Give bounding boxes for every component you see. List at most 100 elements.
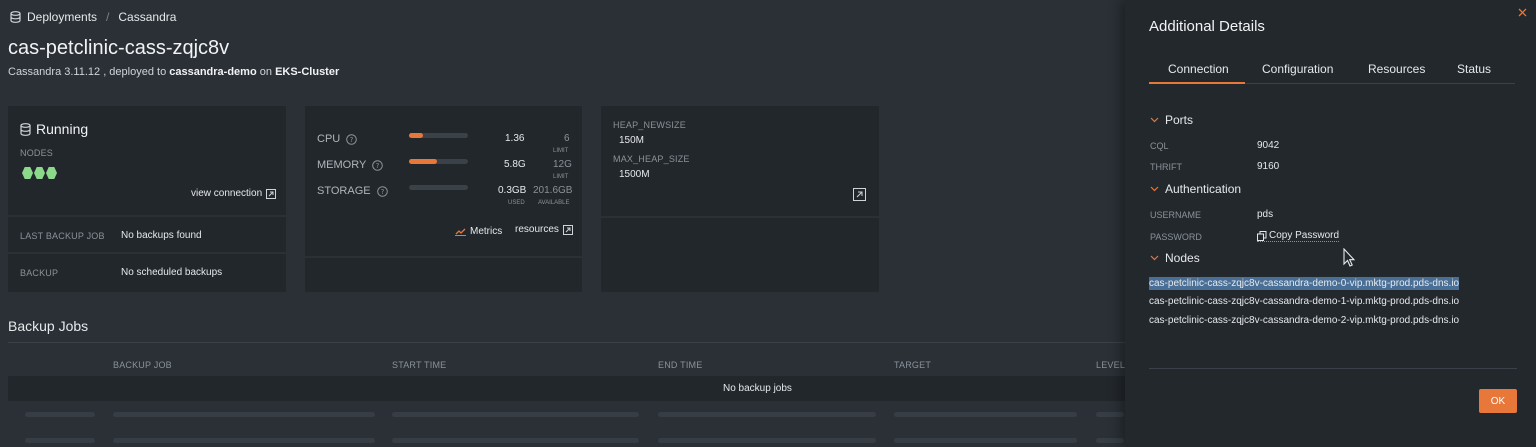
storage-bar xyxy=(409,185,468,190)
memory-value: 5.8G xyxy=(504,159,526,170)
backup-label: BACKUP xyxy=(20,268,59,278)
skeleton-bar xyxy=(113,412,375,417)
cpu-limit: 6 xyxy=(564,133,570,144)
help-icon[interactable]: ? xyxy=(346,133,358,145)
metrics-link[interactable]: Metrics xyxy=(455,226,502,237)
copy-password-label: Copy Password xyxy=(1269,230,1340,241)
page-subtitle: Cassandra 3.11.12 , deployed to cassandr… xyxy=(8,66,339,78)
backup-jobs-title: Backup Jobs xyxy=(8,318,89,334)
skeleton-bar xyxy=(392,438,639,443)
chevron-down-icon xyxy=(1150,255,1159,261)
username-label: USERNAME xyxy=(1150,210,1202,220)
status-card: Running NODES view connection LAST BACKU… xyxy=(8,106,286,292)
copy-icon xyxy=(1257,230,1267,241)
tab-resources[interactable]: Resources xyxy=(1368,62,1425,76)
chevron-down-icon xyxy=(1150,186,1159,192)
ports-section-toggle[interactable]: Ports xyxy=(1150,113,1193,127)
storage-used-label: USED xyxy=(508,200,525,206)
skeleton-bar xyxy=(1096,438,1124,443)
database-icon xyxy=(20,122,31,136)
metrics-label: Metrics xyxy=(470,226,503,237)
skeleton-bar xyxy=(894,438,1077,443)
node-hostname[interactable]: cas-petclinic-cass-zqjc8v-cassandra-demo… xyxy=(1149,296,1459,307)
resources-card: CPU ? 1.36 6 LIMIT MEMORY ? 5.8G 12G LIM… xyxy=(305,106,582,292)
config-key: MAX_HEAP_SIZE xyxy=(613,154,690,164)
node-hostname[interactable]: cas-petclinic-cass-zqjc8v-cassandra-demo… xyxy=(1149,315,1459,326)
svg-text:?: ? xyxy=(380,188,384,196)
memory-limit-label: LIMIT xyxy=(553,174,569,180)
database-icon xyxy=(10,11,21,23)
panel-title: Additional Details xyxy=(1149,18,1265,35)
node-hostname[interactable]: cas-petclinic-cass-zqjc8v-cassandra-demo… xyxy=(1149,277,1460,290)
resources-link[interactable]: resources xyxy=(515,224,573,235)
breadcrumb-separator: / xyxy=(106,10,110,24)
close-icon[interactable] xyxy=(1518,8,1527,17)
nodes-section-toggle[interactable]: Nodes xyxy=(1150,251,1200,265)
memory-limit: 12G xyxy=(553,159,572,170)
column-header-target[interactable]: TARGET xyxy=(894,360,931,370)
node-indicators xyxy=(22,167,58,179)
skeleton-bar xyxy=(25,412,95,417)
resources-label: resources xyxy=(515,224,559,235)
storage-used: 0.3GB xyxy=(498,185,527,196)
column-header-level[interactable]: LEVEL xyxy=(1096,360,1125,370)
subtitle-namespace: cassandra-demo xyxy=(169,66,257,78)
memory-label: MEMORY ? xyxy=(317,159,384,171)
column-header-start-time[interactable]: START TIME xyxy=(392,360,446,370)
config-card: HEAP_NEWSIZE 150M MAX_HEAP_SIZE 1500M xyxy=(601,106,879,292)
nodes-title: Nodes xyxy=(1165,251,1200,265)
cpu-bar xyxy=(409,133,468,138)
external-link-icon[interactable] xyxy=(853,188,866,201)
port-value: 9042 xyxy=(1257,140,1280,151)
status-state: Running xyxy=(36,121,89,137)
port-value: 9160 xyxy=(1257,161,1280,172)
chevron-down-icon xyxy=(1150,117,1159,123)
password-label: PASSWORD xyxy=(1150,232,1202,242)
column-header-backup-job[interactable]: BACKUP JOB xyxy=(113,360,172,370)
ports-title: Ports xyxy=(1165,113,1194,127)
config-value: 150M xyxy=(619,135,645,146)
memory-bar-fill xyxy=(409,159,438,164)
port-key: THRIFT xyxy=(1150,162,1182,172)
skeleton-bar xyxy=(894,412,1077,417)
ok-label: OK xyxy=(1490,395,1506,407)
external-link-icon xyxy=(562,224,573,235)
ok-button[interactable]: OK xyxy=(1479,389,1517,413)
skeleton-bar xyxy=(658,438,876,443)
help-icon[interactable]: ? xyxy=(376,185,388,197)
active-tab-indicator xyxy=(1149,82,1245,84)
view-connection-label: view connection xyxy=(191,188,263,199)
svg-text:?: ? xyxy=(350,136,354,144)
authentication-title: Authentication xyxy=(1165,182,1242,196)
nodes-label: NODES xyxy=(20,148,54,158)
tab-status[interactable]: Status xyxy=(1457,62,1491,76)
last-backup-value: No backups found xyxy=(121,230,202,241)
cpu-bar-fill xyxy=(409,133,423,138)
authentication-section-toggle[interactable]: Authentication xyxy=(1150,182,1241,196)
config-value: 1500M xyxy=(619,169,650,180)
page-title: cas-petclinic-cass-zqjc8v xyxy=(8,37,230,59)
port-key: CQL xyxy=(1150,141,1169,151)
copy-password-button[interactable]: Copy Password xyxy=(1257,230,1340,242)
skeleton-bar xyxy=(392,412,639,417)
chart-icon xyxy=(455,227,466,236)
storage-available: 201.6GB xyxy=(533,185,573,196)
backup-value: No scheduled backups xyxy=(121,267,223,278)
breadcrumb-deployments-link[interactable]: Deployments xyxy=(27,10,97,24)
empty-state-text: No backup jobs xyxy=(723,383,792,394)
view-connection-link[interactable]: view connection xyxy=(191,188,277,199)
column-header-end-time[interactable]: END TIME xyxy=(658,360,702,370)
skeleton-bar xyxy=(113,438,375,443)
last-backup-label: LAST BACKUP JOB xyxy=(20,231,105,241)
storage-label: STORAGE ? xyxy=(317,185,388,197)
breadcrumb: Deployments / Cassandra xyxy=(10,9,176,25)
tab-connection[interactable]: Connection xyxy=(1168,62,1229,76)
tab-configuration[interactable]: Configuration xyxy=(1262,62,1333,76)
config-key: HEAP_NEWSIZE xyxy=(613,120,686,130)
help-icon[interactable]: ? xyxy=(372,159,384,171)
subtitle-on: on xyxy=(259,66,272,78)
status-heading: Running xyxy=(20,121,88,137)
cpu-limit-label: LIMIT xyxy=(553,148,569,154)
node-running-icon xyxy=(46,167,57,179)
svg-text:?: ? xyxy=(376,162,380,170)
